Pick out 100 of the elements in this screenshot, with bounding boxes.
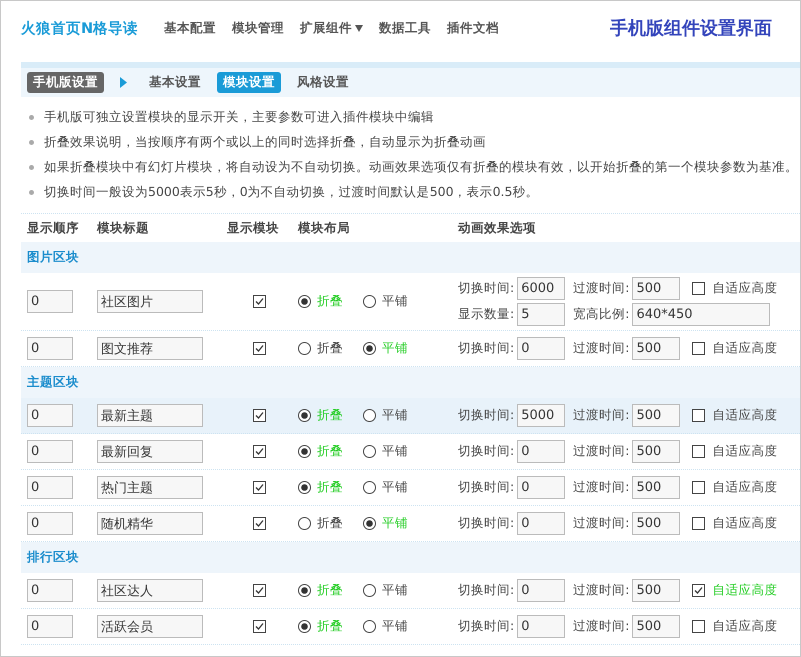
text-field[interactable]: 500 bbox=[632, 615, 680, 638]
field-label: 宽高比例: bbox=[573, 306, 630, 323]
checkbox-label: 自适应高度 bbox=[712, 582, 778, 599]
nav-link[interactable]: 插件文档 bbox=[447, 20, 500, 36]
field-label: 过渡时间: bbox=[573, 407, 630, 424]
section-heading: 图片区块 bbox=[27, 249, 79, 266]
checkbox[interactable] bbox=[692, 282, 706, 295]
title-field[interactable]: 热门主题 bbox=[97, 476, 203, 499]
text-field[interactable]: 500 bbox=[632, 277, 680, 300]
note-text: 折叠效果说明，当按顺序有两个或以上的同时选择折叠，自动显示为折叠动画 bbox=[44, 134, 486, 151]
text-field[interactable]: 6000 bbox=[517, 277, 566, 300]
title-field[interactable]: 活跃会员 bbox=[97, 615, 203, 638]
radio-button[interactable] bbox=[363, 295, 376, 308]
field-label: 过渡时间: bbox=[573, 340, 630, 357]
field-label: 过渡时间: bbox=[573, 618, 630, 635]
nav-link[interactable]: 模块管理 bbox=[232, 20, 284, 36]
order-field[interactable]: 0 bbox=[27, 404, 73, 427]
radio-button[interactable] bbox=[363, 584, 376, 597]
radio-button[interactable] bbox=[363, 620, 376, 633]
checked-checkbox[interactable] bbox=[253, 342, 266, 355]
text-field[interactable]: 5000 bbox=[517, 404, 566, 427]
checked-checkbox[interactable] bbox=[253, 409, 266, 422]
selected-radio-button[interactable] bbox=[298, 584, 311, 597]
checked-checkbox[interactable] bbox=[692, 584, 706, 597]
field-label: 过渡时间: bbox=[573, 479, 630, 496]
checked-checkbox[interactable] bbox=[253, 481, 266, 494]
selected-radio-button[interactable] bbox=[298, 295, 311, 308]
title-field[interactable]: 最新回复 bbox=[97, 440, 203, 463]
selected-radio-button[interactable] bbox=[363, 517, 376, 530]
text-field[interactable]: 0 bbox=[517, 476, 566, 499]
checked-checkbox[interactable] bbox=[253, 445, 266, 458]
radio-button[interactable] bbox=[298, 342, 311, 355]
checked-checkbox[interactable] bbox=[253, 584, 266, 597]
bullet-icon bbox=[29, 140, 34, 145]
field-label: 过渡时间: bbox=[573, 582, 630, 599]
order-field[interactable]: 0 bbox=[27, 579, 73, 602]
order-field[interactable]: 0 bbox=[27, 337, 73, 360]
field-label: 过渡时间: bbox=[573, 280, 630, 297]
order-field[interactable]: 0 bbox=[27, 615, 73, 638]
selected-radio-button[interactable] bbox=[298, 620, 311, 633]
text-field[interactable]: 500 bbox=[632, 440, 680, 463]
title-field[interactable]: 随机精华 bbox=[97, 512, 203, 535]
title-field[interactable]: 最新主题 bbox=[97, 404, 203, 427]
checkbox[interactable] bbox=[692, 409, 706, 422]
selected-radio-button[interactable] bbox=[363, 342, 376, 355]
section-heading: 排行区块 bbox=[27, 549, 79, 566]
title-field[interactable]: 社区达人 bbox=[97, 579, 203, 602]
checkbox[interactable] bbox=[692, 517, 706, 530]
selected-radio-button[interactable] bbox=[298, 481, 311, 494]
radio-button[interactable] bbox=[363, 445, 376, 458]
text-field[interactable]: 0 bbox=[517, 337, 566, 360]
text-field[interactable]: 500 bbox=[632, 404, 680, 427]
field-label: 切换时间: bbox=[458, 479, 514, 496]
text-field[interactable]: 500 bbox=[632, 337, 680, 360]
order-field[interactable]: 0 bbox=[27, 476, 73, 499]
checkbox[interactable] bbox=[692, 481, 706, 494]
checkbox-label: 自适应高度 bbox=[712, 479, 778, 496]
order-field[interactable]: 0 bbox=[27, 290, 73, 313]
checkbox[interactable] bbox=[692, 445, 706, 458]
checkbox-label: 自适应高度 bbox=[712, 407, 778, 424]
option-label: 平铺 bbox=[382, 515, 408, 532]
option-label: 折叠 bbox=[317, 443, 343, 460]
radio-button[interactable] bbox=[363, 481, 376, 494]
tab[interactable]: 基本设置 bbox=[143, 72, 207, 93]
title-field[interactable]: 社区图片 bbox=[97, 290, 203, 313]
nav-link[interactable]: 基本配置 bbox=[164, 20, 216, 36]
section-heading: 主题区块 bbox=[27, 374, 79, 391]
checkbox-label: 自适应高度 bbox=[712, 443, 778, 460]
radio-button[interactable] bbox=[363, 409, 376, 422]
field-label: 显示数量: bbox=[458, 306, 514, 323]
tab[interactable]: 风格设置 bbox=[291, 72, 355, 93]
order-field[interactable]: 0 bbox=[27, 512, 73, 535]
text-field[interactable]: 0 bbox=[517, 579, 566, 602]
radio-button[interactable] bbox=[298, 517, 311, 530]
text-field[interactable]: 500 bbox=[632, 512, 680, 535]
selected-radio-button[interactable] bbox=[298, 409, 311, 422]
option-label: 折叠 bbox=[317, 582, 343, 599]
checkbox[interactable] bbox=[692, 620, 706, 633]
nav-link[interactable]: 数据工具 bbox=[379, 20, 432, 36]
checked-checkbox[interactable] bbox=[253, 517, 266, 530]
order-field[interactable]: 0 bbox=[27, 440, 73, 463]
column-header: 模块布局 bbox=[298, 220, 351, 236]
option-label: 折叠 bbox=[317, 618, 343, 635]
text-field[interactable]: 0 bbox=[517, 440, 566, 463]
field-label: 切换时间: bbox=[458, 443, 514, 460]
checked-checkbox[interactable] bbox=[253, 620, 266, 633]
title-field[interactable]: 图文推荐 bbox=[97, 337, 203, 360]
option-label: 平铺 bbox=[382, 293, 408, 310]
nav-link[interactable]: 扩展组件 bbox=[300, 20, 364, 36]
text-field[interactable]: 0 bbox=[517, 512, 566, 535]
text-field[interactable]: 640*450 bbox=[632, 303, 770, 326]
text-field[interactable]: 0 bbox=[517, 615, 566, 638]
column-header: 动画效果选项 bbox=[458, 220, 537, 236]
text-field[interactable]: 5 bbox=[517, 303, 566, 326]
column-header: 模块标题 bbox=[97, 220, 150, 236]
selected-radio-button[interactable] bbox=[298, 445, 311, 458]
checkbox[interactable] bbox=[692, 342, 706, 355]
checked-checkbox[interactable] bbox=[253, 295, 266, 308]
text-field[interactable]: 500 bbox=[632, 579, 680, 602]
text-field[interactable]: 500 bbox=[632, 476, 680, 499]
